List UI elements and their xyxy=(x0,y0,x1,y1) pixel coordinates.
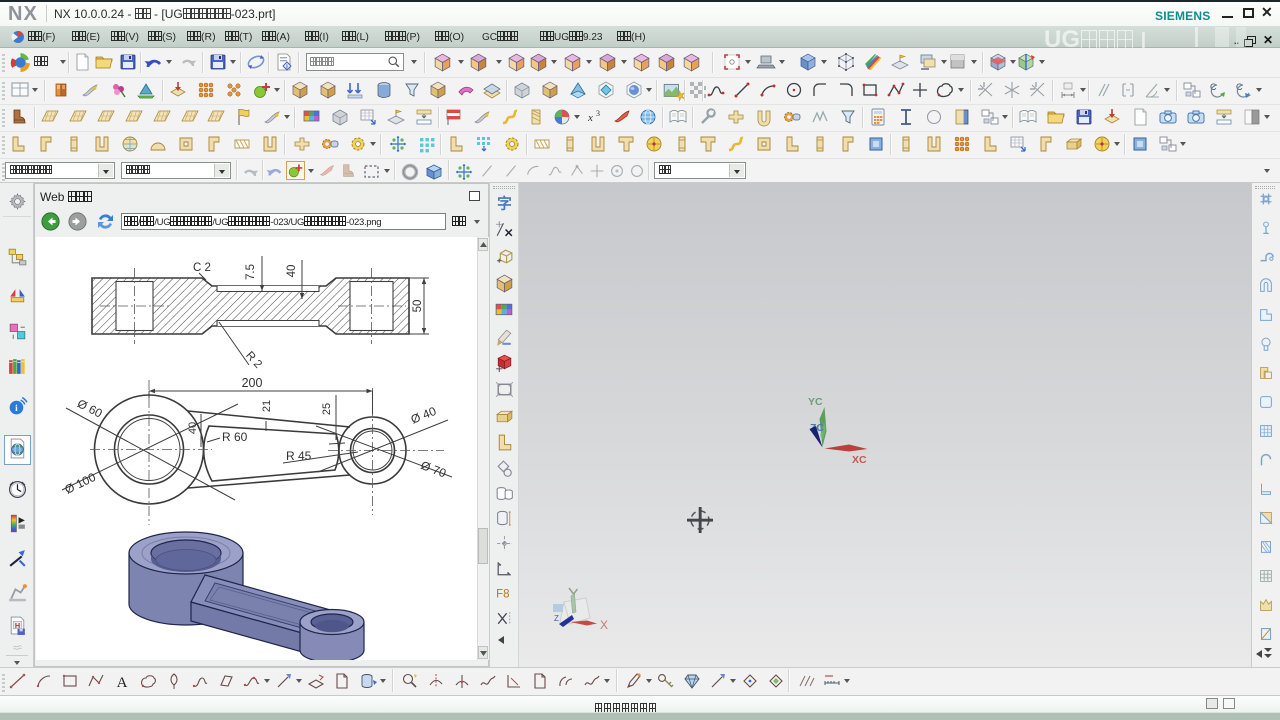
svg-text:Ø 60: Ø 60 xyxy=(75,396,105,420)
svg-text:R 2: R 2 xyxy=(243,349,264,370)
svg-text:R 60: R 60 xyxy=(222,430,248,444)
svg-text:Ø 40: Ø 40 xyxy=(409,404,439,427)
svg-text:Ø 70: Ø 70 xyxy=(419,458,449,481)
svg-text:40: 40 xyxy=(187,422,199,434)
svg-text:XC: XC xyxy=(852,454,867,466)
svg-text:Ø 100: Ø 100 xyxy=(62,470,98,497)
svg-text:YC: YC xyxy=(808,396,823,408)
svg-text:Z: Z xyxy=(554,614,559,623)
svg-text:21: 21 xyxy=(261,400,273,412)
svg-text:X: X xyxy=(600,618,608,632)
svg-text:25: 25 xyxy=(321,403,333,415)
svg-text:C 2: C 2 xyxy=(193,262,211,274)
svg-text:200: 200 xyxy=(242,376,263,390)
svg-text:40: 40 xyxy=(286,265,298,278)
svg-text:7.5: 7.5 xyxy=(245,264,257,280)
svg-text:50: 50 xyxy=(412,300,424,313)
